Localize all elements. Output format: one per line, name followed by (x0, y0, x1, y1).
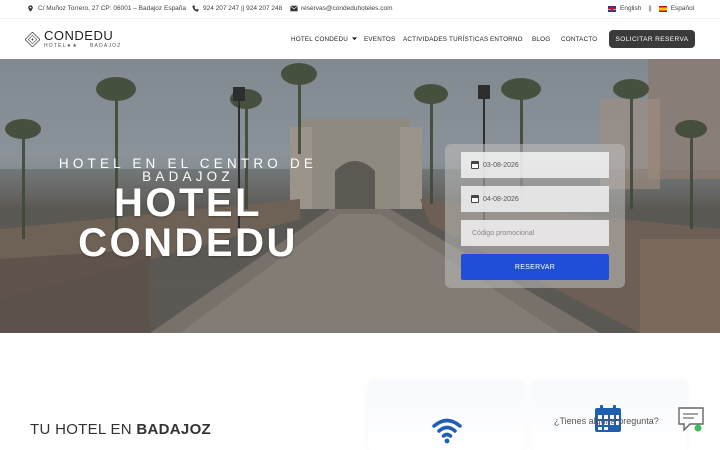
logo-sub-left: HOTEL★★ (44, 43, 79, 49)
section-title-prefix: TU HOTEL EN (30, 421, 137, 438)
nav-item-hotel-condedu[interactable]: HOTEL CONDEDU (291, 36, 348, 43)
promo-code-placeholder: Código promocional (472, 229, 535, 237)
promo-code-input[interactable]: Código promocional (461, 220, 609, 246)
site-header: CONDEDU HOTEL★★ BADAJOZ HOTEL CONDEDU EV… (0, 18, 720, 59)
email-text[interactable]: reservas@condeduhoteles.com (301, 5, 393, 12)
spain-flag-icon[interactable] (658, 5, 667, 12)
checkin-date-value: 03-08-2026 (483, 161, 519, 169)
checkout-date-field[interactable]: 04-08-2026 (461, 186, 609, 212)
nav-item-actividades[interactable]: ACTIVIDADES TURÍSTICAS (403, 36, 488, 43)
logo-name: CONDEDU (44, 28, 114, 43)
nav-item-contacto[interactable]: CONTACTO (561, 36, 597, 43)
main-nav: HOTEL CONDEDU (291, 36, 357, 43)
lang-separator: || (648, 5, 652, 12)
envelope-icon (290, 5, 298, 12)
language-switcher: English || Español (608, 5, 694, 12)
phone-icon (192, 5, 199, 12)
booking-widget: 03-08-2026 04-08-2026 Código promocional… (445, 144, 625, 288)
phone-item[interactable]: 924 207 247 || 924 207 248 (192, 5, 282, 12)
calendar-icon (471, 195, 479, 203)
nav-item-entorno[interactable]: ENTORNO (490, 36, 523, 43)
top-info-bar: C/ Muñoz Torrero, 27 CP: 06001 – Badajoz… (0, 0, 720, 18)
hero-title-line2: CONDEDU (78, 221, 298, 265)
hero-title-line1: HOTEL (113, 181, 263, 225)
checkin-date-field[interactable]: 03-08-2026 (461, 152, 609, 178)
wifi-icon (432, 418, 462, 444)
phone-text[interactable]: 924 207 247 || 924 207 248 (203, 5, 282, 12)
nav-item-blog[interactable]: BLOG (532, 36, 550, 43)
nav-item-eventos[interactable]: EVENTOS (364, 36, 395, 43)
email-item[interactable]: reservas@condeduhoteles.com (290, 5, 393, 12)
uk-flag-icon[interactable] (608, 5, 616, 12)
site-logo[interactable]: CONDEDU HOTEL★★ BADAJOZ (25, 29, 122, 49)
logo-diamond-icon (25, 31, 40, 47)
feature-card-wifi (368, 381, 524, 450)
section-title-bold: BADAJOZ (136, 421, 211, 438)
section-title: TU HOTEL EN BADAJOZ (30, 421, 211, 438)
hero-subtitle: HOTEL EN EL CENTRO DE BADAJOZ (48, 157, 328, 184)
address-item: C/ Muñoz Torrero, 27 CP: 06001 – Badajoz… (27, 5, 186, 12)
chat-question-text[interactable]: ¿Tienes alguna pregunta? (554, 416, 659, 426)
hero-title: HOTEL CONDEDU (48, 183, 328, 263)
map-pin-icon (27, 5, 34, 12)
chevron-down-icon[interactable] (351, 36, 357, 43)
logo-sub-right: BADAJOZ (90, 43, 122, 49)
reservar-button[interactable]: RESERVAR (461, 254, 609, 280)
lang-spanish[interactable]: Español (671, 5, 695, 12)
calendar-icon (471, 161, 479, 169)
chat-bubble-icon[interactable] (676, 404, 708, 436)
address-text: C/ Muñoz Torrero, 27 CP: 06001 – Badajoz… (38, 5, 187, 12)
request-booking-button[interactable]: SOLICITAR RESERVA (609, 30, 695, 48)
hero-section: HOTEL EN EL CENTRO DE BADAJOZ HOTEL COND… (0, 59, 720, 333)
checkout-date-value: 04-08-2026 (483, 195, 519, 203)
lang-english[interactable]: English (620, 5, 641, 12)
